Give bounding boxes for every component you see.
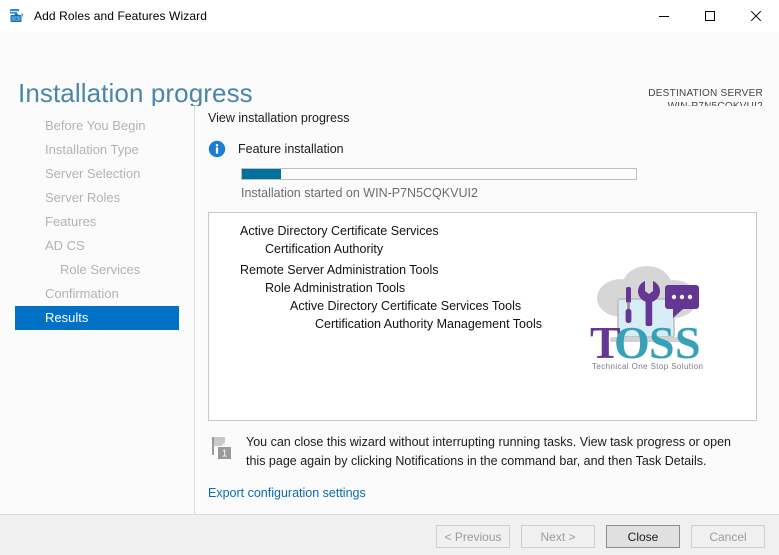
- next-button: Next >: [521, 525, 595, 548]
- close-button[interactable]: Close: [606, 525, 680, 548]
- view-progress-label: View installation progress: [208, 111, 350, 125]
- component-item: Role Administration Tools: [265, 281, 406, 295]
- notification-flag-icon: 1: [208, 433, 238, 463]
- component-item: Certification Authority: [265, 242, 384, 256]
- notification-badge-count: 1: [222, 448, 228, 459]
- installed-components-list: Active Directory Certificate Services Cer…: [209, 213, 756, 333]
- destination-server-label: DESTINATION SERVER: [648, 88, 763, 99]
- installation-progress-bar: [241, 168, 637, 180]
- sidebar-item-before-you-begin[interactable]: Before You Begin: [15, 114, 179, 138]
- cancel-button: Cancel: [691, 525, 765, 548]
- feature-installation-row: Feature installation: [208, 140, 344, 158]
- sidebar-item-role-services[interactable]: Role Services: [15, 258, 179, 282]
- sidebar-item-confirmation[interactable]: Confirmation: [15, 282, 179, 306]
- wizard-sidebar: Before You Begin Installation Type Server …: [0, 106, 195, 514]
- wizard-footer: < Previous Next > Close Cancel: [0, 514, 779, 555]
- maximize-icon[interactable]: [687, 0, 733, 32]
- sidebar-item-features[interactable]: Features: [15, 210, 179, 234]
- minimize-icon[interactable]: [641, 0, 687, 32]
- component-item: Active Directory Certificate Services: [240, 224, 439, 238]
- feature-installation-label: Feature installation: [238, 142, 344, 156]
- info-icon: [208, 140, 226, 158]
- page-header: Installation progress DESTINATION SERVER…: [0, 32, 779, 112]
- page-title: Installation progress: [18, 78, 253, 108]
- svg-text:Technical One Stop Solution: Technical One Stop Solution: [592, 362, 703, 371]
- sidebar-item-results[interactable]: Results: [15, 306, 179, 330]
- export-configuration-settings-link[interactable]: Export configuration settings: [208, 486, 366, 500]
- server-toolbox-icon: [9, 8, 25, 24]
- window-controls: [641, 0, 779, 32]
- progress-caption: Installation started on WIN-P7N5CQKVUI2: [241, 186, 478, 200]
- component-item: Active Directory Certificate Services To…: [290, 299, 522, 313]
- title-bar: Add Roles and Features Wizard: [0, 0, 779, 32]
- previous-button: < Previous: [436, 525, 510, 548]
- close-wizard-note-text: You can close this wizard without interr…: [246, 435, 731, 468]
- sidebar-item-installation-type[interactable]: Installation Type: [15, 138, 179, 162]
- close-wizard-note: 1 You can close this wizard without inte…: [208, 433, 768, 471]
- sidebar-item-server-roles[interactable]: Server Roles: [15, 186, 179, 210]
- installation-results-panel: T O S S Technical One Stop Solution Acti…: [208, 212, 757, 421]
- component-item: Certification Authority Management Tools: [315, 317, 542, 331]
- sidebar-item-ad-cs[interactable]: AD CS: [15, 234, 179, 258]
- footer-button-row: < Previous Next > Close Cancel: [436, 525, 765, 548]
- sidebar-item-server-selection[interactable]: Server Selection: [15, 162, 179, 186]
- body-area: Before You Begin Installation Type Server …: [0, 106, 779, 514]
- main-content: View installation progress Feature insta…: [196, 106, 779, 514]
- progress-bar-fill: [242, 169, 282, 179]
- window-title: Add Roles and Features Wizard: [34, 9, 207, 23]
- close-icon[interactable]: [733, 0, 779, 32]
- component-item: Remote Server Administration Tools: [240, 263, 439, 277]
